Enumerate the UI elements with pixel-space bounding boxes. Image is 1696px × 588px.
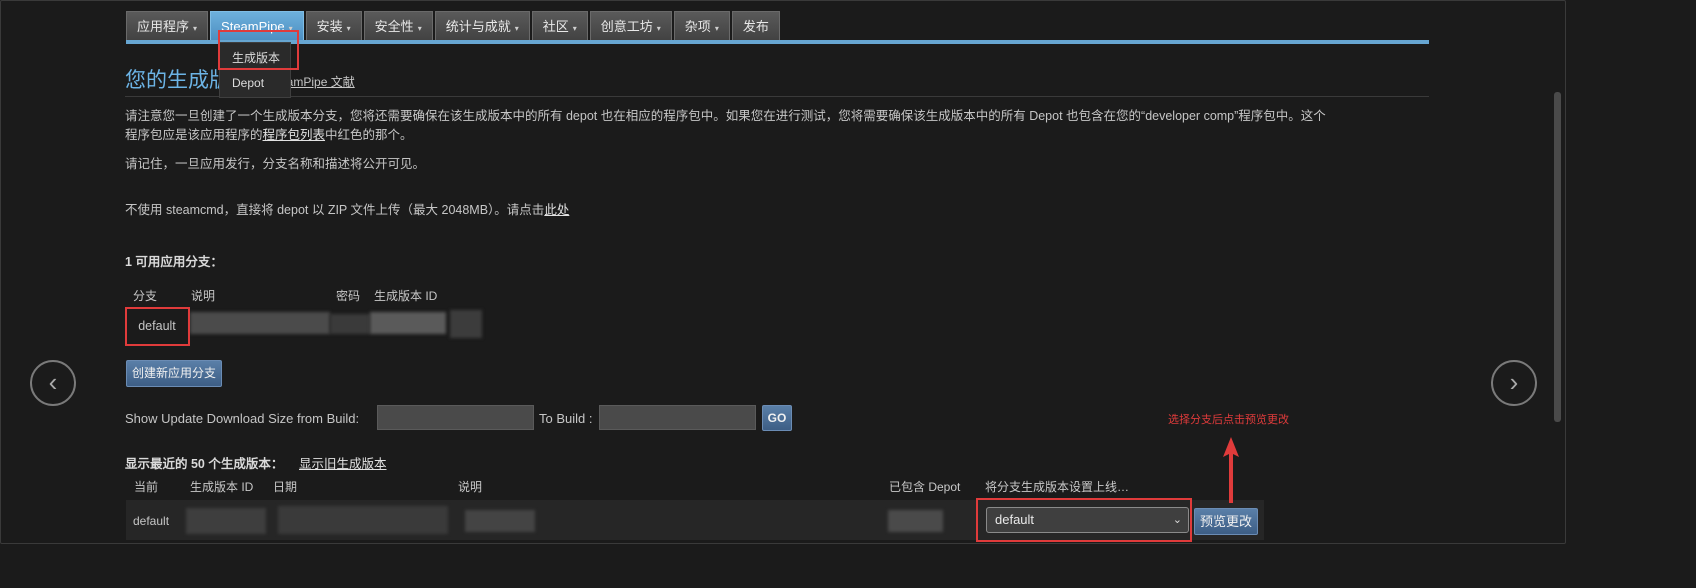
col-build-id: 生成版本 ID [190,480,254,494]
divider [125,96,1429,97]
caret-down-icon: ▾ [714,24,719,33]
tab-label: 创意工坊 [600,19,653,34]
tab-security[interactable]: 安全性 ▾ [363,11,433,40]
tab-apps[interactable]: 应用程序 ▾ [126,11,209,40]
col-included-depot: 已包含 Depot [889,480,961,494]
notice-text: 中红色的那个。 [325,128,413,142]
caret-down-icon: ▾ [514,24,519,33]
col-description: 说明 [191,289,216,303]
caret-down-icon: ▾ [346,24,351,33]
tab-workshop[interactable]: 创意工坊 ▾ [589,11,672,40]
col-date: 日期 [273,480,298,494]
tab-label: 统计与成就 [445,19,511,34]
tab-label: 社区 [542,19,569,34]
highlight-box-default-branch [125,307,190,346]
highlight-box-steampipe [218,30,299,70]
redacted-password [330,314,370,334]
nav-underline [126,40,1429,44]
notice-paragraph: 请注意您一旦创建了一个生成版本分支，您将还需要确保在该生成版本中的所有 depo… [125,107,1425,145]
caret-down-icon: ▾ [193,24,198,33]
caret-down-icon: ▾ [417,24,422,33]
from-build-input[interactable] [377,405,534,430]
to-build-label: To Build : [539,411,593,426]
reminder-paragraph: 请记住，一旦应用发行，分支名称和描述将公开可见。 [125,157,426,171]
highlight-box-select [976,498,1192,542]
tab-misc[interactable]: 杂项 ▾ [673,11,730,40]
tab-community[interactable]: 社区 ▾ [531,11,588,40]
tab-install[interactable]: 安装 ▾ [305,11,362,40]
package-list-link[interactable]: 程序包列表 [263,128,326,142]
annotation-arrow-icon [1223,437,1239,503]
from-build-label: Show Update Download Size from Build: [125,411,360,426]
steampipe-doc-link[interactable]: eamPipe 文献 [280,73,355,90]
caret-down-icon: ▾ [572,24,577,33]
menu-item-depot[interactable]: Depot [232,76,264,90]
redacted-build-id [186,508,266,534]
tab-label: 安装 [316,19,343,34]
show-old-builds-link[interactable]: 显示旧生成版本 [299,453,387,472]
redacted-description [190,312,330,334]
notice-line-2: 程序包应是该应用程序的程序包列表中红色的那个。 [125,126,1425,145]
next-arrow-icon[interactable]: › [1491,360,1537,406]
tab-label: 安全性 [374,19,414,34]
col-password: 密码 [336,289,361,303]
branches-heading: 1 可用应用分支： [125,255,223,269]
redacted-actions [450,310,482,338]
redacted-date [278,506,448,534]
scrollbar[interactable] [1554,92,1561,422]
notice-text: 程序包应是该应用程序的 [125,128,263,142]
col-description: 说明 [458,480,483,494]
annotation-text: 选择分支后点击预览更改 [1168,414,1289,426]
col-build-id: 生成版本 ID [374,289,438,303]
redacted-depots [888,510,943,532]
create-branch-button[interactable]: 创建新应用分支 [126,360,222,387]
builds-heading: 显示最近的 50 个生成版本： [125,457,284,471]
zip-upload-text: 不使用 steamcmd，直接将 depot 以 ZIP 文件上传（最大 204… [125,203,545,217]
preview-changes-button[interactable]: 预览更改 [1194,508,1258,535]
redacted-build-id [370,312,446,334]
prev-arrow-icon[interactable]: ‹ [30,360,76,406]
col-set-live: 将分支生成版本设置上线… [985,480,1130,494]
page-title: 您的生成版 [125,69,230,92]
caret-down-icon: ▾ [656,24,661,33]
redacted-description [465,510,535,532]
click-here-link[interactable]: 此处 [544,203,569,217]
zip-upload-paragraph: 不使用 steamcmd，直接将 depot 以 ZIP 文件上传（最大 204… [125,201,569,220]
tab-label: 应用程序 [137,19,190,34]
notice-line-1: 请注意您一旦创建了一个生成版本分支，您将还需要确保在该生成版本中的所有 depo… [125,109,1326,123]
tab-publish[interactable]: 发布 [731,11,780,40]
go-button[interactable]: GO [762,405,792,431]
current-branch-cell: default [133,514,170,528]
tab-label: 发布 [742,19,769,34]
col-current: 当前 [134,480,159,494]
tab-label: 杂项 [684,19,711,34]
col-branch: 分支 [133,289,158,303]
tab-stats-achievements[interactable]: 统计与成就 ▾ [434,11,530,40]
to-build-input[interactable] [599,405,756,430]
